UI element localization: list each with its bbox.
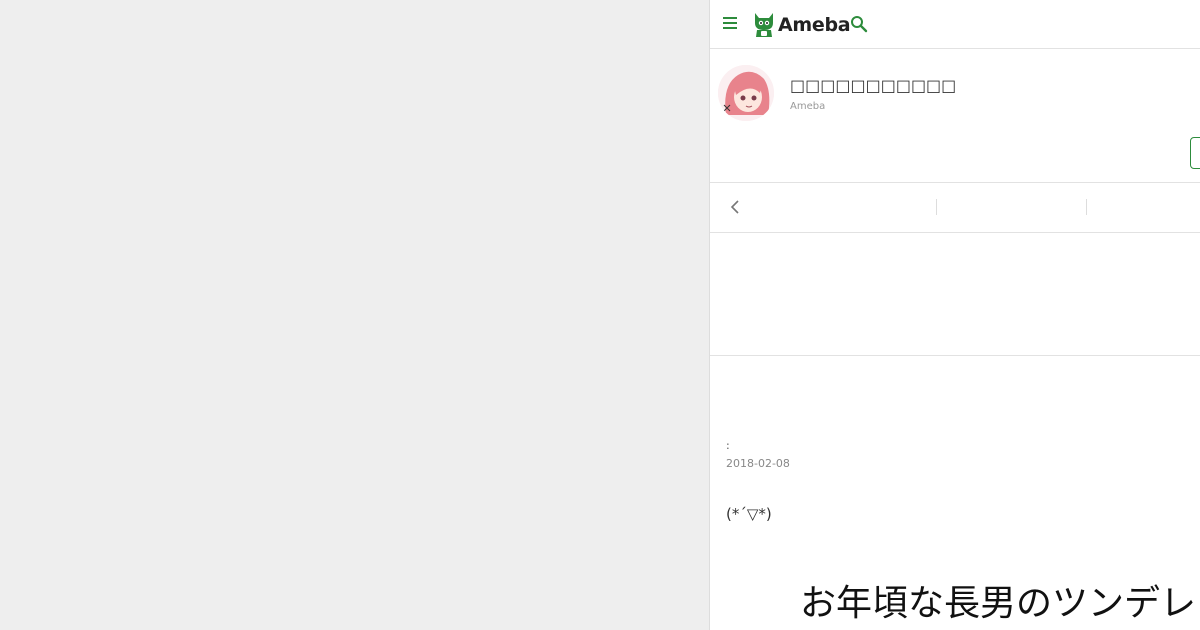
nav-divider (1086, 199, 1087, 215)
blog-profile: □□□□□□□□□□□ Ameba (710, 49, 1200, 183)
avatar[interactable] (718, 65, 774, 121)
blog-title[interactable]: □□□□□□□□□□□ (790, 76, 956, 95)
blog-panel: Ameba □□□□□□□□□□□ Ameba: 2018-02-08 (*´… (709, 0, 1200, 630)
ameba-mascot-icon (755, 13, 773, 37)
avatar-illustration (718, 65, 774, 121)
page: Ameba □□□□□□□□□□□ Ameba: 2018-02-08 (*´… (0, 0, 1200, 630)
entry-heading: お年頃な長男のツンデレ (800, 583, 1197, 624)
logo-text: Ameba (778, 14, 851, 36)
ad-area (710, 233, 1200, 356)
follow-button[interactable] (1190, 137, 1200, 169)
search-icon[interactable] (850, 15, 868, 33)
entry-theme[interactable]: : (726, 439, 730, 452)
entry-text: (*´▽*) (726, 505, 772, 523)
hamburger-menu-icon[interactable] (723, 17, 737, 30)
header-bar: Ameba (710, 0, 1200, 49)
chevron-left-icon[interactable] (728, 199, 742, 215)
nav-divider (936, 199, 937, 215)
entry-navigation (710, 183, 1200, 233)
ameba-logo[interactable]: Ameba (752, 10, 851, 40)
blog-sub-label: Ameba (790, 101, 826, 112)
entry-date: 2018-02-08 (726, 457, 790, 470)
